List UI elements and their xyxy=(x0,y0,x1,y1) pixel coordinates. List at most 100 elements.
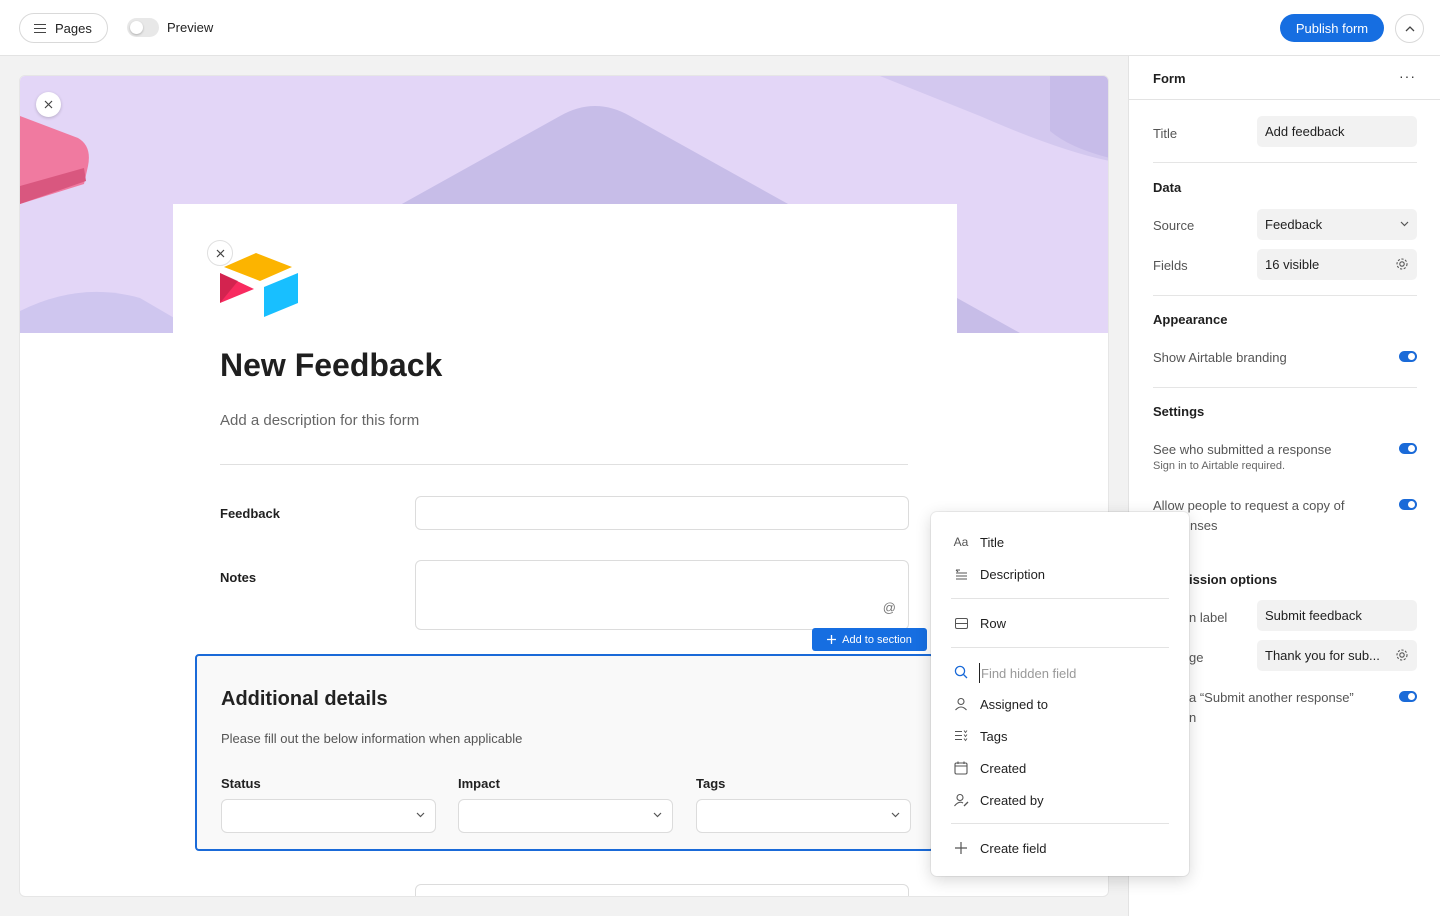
see-who-label: See who submitted a response xyxy=(1153,442,1332,457)
text-style-icon: Aa xyxy=(953,535,969,549)
see-who-toggle[interactable] xyxy=(1399,443,1417,454)
plus-icon xyxy=(827,635,837,644)
divider xyxy=(220,464,908,465)
menu-item-row[interactable]: Row xyxy=(931,609,1189,637)
multi-select-icon xyxy=(953,728,969,744)
chevron-down-icon xyxy=(653,812,662,818)
menu-item-title[interactable]: Aa Title xyxy=(931,528,1189,556)
menu-item-label: Created by xyxy=(980,792,1044,808)
menu-item-label: Created xyxy=(980,760,1027,776)
chevron-down-icon xyxy=(891,812,900,818)
menu-item-assigned-to[interactable]: Assigned to xyxy=(931,690,1189,718)
calendar-icon xyxy=(953,760,969,776)
panel-header: Form ··· xyxy=(1129,56,1440,100)
divider xyxy=(1153,162,1417,163)
description-icon xyxy=(953,566,969,582)
status-select[interactable] xyxy=(221,799,436,833)
gear-icon[interactable] xyxy=(1395,648,1409,662)
divider xyxy=(1153,387,1417,388)
data-heading: Data xyxy=(1153,180,1182,195)
gear-icon[interactable] xyxy=(1395,257,1409,271)
allow-copy-label: Allow people to request a copy of xyxy=(1153,498,1345,513)
close-icon xyxy=(216,249,224,257)
source-label: Source xyxy=(1153,218,1195,233)
feedback-input[interactable] xyxy=(415,496,909,530)
pages-button[interactable]: Pages xyxy=(19,13,108,43)
field-label-status: Status xyxy=(221,776,261,791)
create-field-button[interactable]: Create field xyxy=(931,834,1189,862)
message-label: ge xyxy=(1189,650,1204,665)
section-title[interactable]: Additional details xyxy=(221,688,388,711)
collapse-button[interactable] xyxy=(1395,14,1424,43)
fields-setting[interactable]: 16 visible xyxy=(1257,249,1417,280)
menu-item-label: Description xyxy=(980,566,1046,582)
menu-item-created-by[interactable]: Created by xyxy=(931,786,1189,814)
button-label-label: n label xyxy=(1189,610,1228,625)
find-hidden-field-input[interactable] xyxy=(979,663,1159,683)
chevron-down-icon xyxy=(416,812,425,818)
remove-logo-button[interactable] xyxy=(207,240,233,266)
mention-icon[interactable]: @ xyxy=(883,600,896,615)
next-field-input[interactable] xyxy=(415,884,909,896)
preview-toggle[interactable] xyxy=(127,18,159,37)
create-field-label: Create field xyxy=(980,840,1047,856)
add-to-section-label: Add to section xyxy=(842,633,912,646)
form-title[interactable]: New Feedback xyxy=(220,347,442,384)
impact-select[interactable] xyxy=(458,799,673,833)
allow-copy-toggle[interactable] xyxy=(1399,499,1417,510)
another-response-label: a “Submit another response” xyxy=(1189,690,1354,705)
add-to-section-button[interactable]: Add to section xyxy=(812,628,927,651)
branding-toggle[interactable] xyxy=(1399,351,1417,362)
fields-value: 16 visible xyxy=(1265,257,1320,272)
title-label: Title xyxy=(1153,126,1178,141)
divider xyxy=(951,823,1169,824)
submission-heading: ission options xyxy=(1189,572,1278,587)
pages-label: Pages xyxy=(55,20,92,36)
form-description[interactable]: Add a description for this form xyxy=(220,412,419,429)
button-label-input[interactable]: Submit feedback xyxy=(1257,600,1417,631)
menu-item-tags[interactable]: Tags xyxy=(931,722,1189,750)
row-icon xyxy=(953,615,969,631)
more-options-icon[interactable]: ··· xyxy=(1399,68,1416,84)
another-response-label-2: n xyxy=(1189,710,1197,725)
fields-label: Fields xyxy=(1153,258,1188,273)
source-select[interactable]: Feedback xyxy=(1257,209,1417,240)
menu-item-label: Assigned to xyxy=(980,696,1048,712)
branding-label: Show Airtable branding xyxy=(1153,350,1287,365)
search-icon xyxy=(953,664,969,680)
publish-form-button[interactable]: Publish form xyxy=(1280,14,1384,42)
menu-item-description[interactable]: Description xyxy=(931,560,1189,588)
panel-title: Form xyxy=(1153,71,1186,86)
user-icon xyxy=(953,696,969,712)
appearance-heading: Appearance xyxy=(1153,312,1228,327)
menu-item-created[interactable]: Created xyxy=(931,754,1189,782)
field-label-notes: Notes xyxy=(220,570,257,585)
logo-icon xyxy=(220,253,298,317)
source-value: Feedback xyxy=(1265,217,1323,232)
remove-cover-button[interactable] xyxy=(36,92,61,117)
menu-item-label: Title xyxy=(980,534,1005,550)
additional-details-section[interactable]: Additional details Please fill out the b… xyxy=(195,654,934,851)
field-label-feedback: Feedback xyxy=(220,506,280,521)
section-subtitle[interactable]: Please fill out the below information wh… xyxy=(221,731,522,746)
field-label-tags: Tags xyxy=(696,776,726,791)
title-input[interactable]: Add feedback xyxy=(1257,116,1417,147)
settings-heading: Settings xyxy=(1153,404,1205,419)
airtable-logo xyxy=(220,251,300,320)
close-icon xyxy=(44,100,53,109)
chevron-up-icon xyxy=(1405,25,1414,31)
see-who-sub: Sign in to Airtable required. xyxy=(1153,460,1286,472)
another-response-toggle[interactable] xyxy=(1399,691,1417,702)
top-bar: Pages Preview Publish form xyxy=(0,0,1440,56)
add-field-menu: Aa Title Description Row Assigned to Tag… xyxy=(931,512,1189,876)
message-setting[interactable]: Thank you for sub... xyxy=(1257,640,1417,671)
preview-label: Preview xyxy=(167,20,214,35)
divider xyxy=(951,598,1169,599)
field-label-impact: Impact xyxy=(458,776,500,791)
user-edit-icon xyxy=(953,792,969,808)
notes-input[interactable]: @ xyxy=(415,560,909,630)
tags-select[interactable] xyxy=(696,799,911,833)
chevron-down-icon xyxy=(1400,221,1409,227)
menu-item-label: Tags xyxy=(980,728,1008,744)
divider xyxy=(951,647,1169,648)
